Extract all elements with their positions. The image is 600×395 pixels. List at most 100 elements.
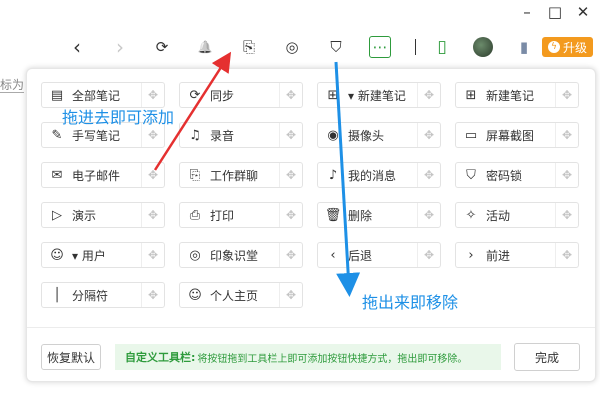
drag-handle-icon[interactable]: ✥ xyxy=(141,283,164,307)
toolbar-item[interactable]: ▭ 屏幕截图 ✥ xyxy=(455,122,579,148)
at-icon[interactable]: ◎ xyxy=(282,36,302,58)
toolbar-item-label: 手写笔记 xyxy=(72,128,121,143)
camera-icon: ◉ xyxy=(327,127,339,143)
minimize-icon[interactable]: – xyxy=(516,2,538,22)
chat-icon: ⎘ xyxy=(189,167,201,183)
toolbar-item[interactable]: ⊞ 新建笔记 ✥ xyxy=(455,82,579,108)
screenshot-icon: ▭ xyxy=(464,127,478,143)
drag-handle-icon[interactable]: ✥ xyxy=(555,83,578,107)
done-button[interactable]: 完成 xyxy=(514,343,580,371)
toolbar-item[interactable]: ◎ 印象识堂 ✥ xyxy=(179,242,303,268)
toolbar-item-label: ▾ 新建笔记 xyxy=(348,88,406,103)
drag-handle-icon[interactable]: ✥ xyxy=(279,243,302,267)
profile-icon: ☺ xyxy=(188,287,202,303)
toolbar-item-label: 密码锁 xyxy=(486,168,523,183)
toolbar-separator xyxy=(412,36,418,58)
toolbar-item-label: 印象识堂 xyxy=(210,248,259,263)
drag-handle-icon[interactable]: ✥ xyxy=(141,243,164,267)
toolbar-item-label: 删除 xyxy=(348,208,373,223)
tip-title: 自定义工具栏: xyxy=(125,351,196,364)
present-icon: ▷ xyxy=(52,207,62,223)
tip-text: 将按钮拖到工具栏上即可添加按钮快捷方式，拖出即可移除。 xyxy=(197,353,468,365)
toolbar: ‹ › ⟳ 🔔 ⎘ ◎ ⛉ ⋯ ▯ ▮ ϟ 升级 xyxy=(62,35,600,59)
toolbar-item-label: 分隔符 xyxy=(72,288,109,303)
toolbar-item[interactable]: ⊞ ▾ 新建笔记 ✥ xyxy=(317,82,441,108)
shield-icon[interactable]: ⛉ xyxy=(326,36,346,58)
toolbar-item[interactable]: › 前进 ✥ xyxy=(455,242,579,268)
drag-handle-icon[interactable]: ✥ xyxy=(555,243,578,267)
drag-handle-icon[interactable]: ✥ xyxy=(279,203,302,227)
toolbar-item[interactable]: ♪ 我的消息 ✥ xyxy=(317,162,441,188)
share-icon[interactable]: ⎘ xyxy=(239,36,259,58)
background-divider xyxy=(0,92,24,93)
drag-handle-icon[interactable]: ✥ xyxy=(417,243,440,267)
toolbar-item[interactable]: ☺ 个人主页 ✥ xyxy=(179,282,303,308)
toolbar-item-label: 工作群聊 xyxy=(210,168,259,183)
drag-handle-icon[interactable]: ✥ xyxy=(279,283,302,307)
toolbar-item-label: 新建笔记 xyxy=(486,88,535,103)
drag-handle-icon[interactable]: ✥ xyxy=(555,123,578,147)
drag-handle-icon[interactable]: ✥ xyxy=(279,123,302,147)
more-icon[interactable]: ⋯ xyxy=(369,36,391,58)
toolbar-item[interactable]: ⎙ 打印 ✥ xyxy=(179,202,303,228)
drag-handle-icon[interactable]: ✥ xyxy=(141,163,164,187)
window-controls: – □ ✕ xyxy=(516,2,594,22)
course-icon: ◎ xyxy=(189,247,201,263)
toolbar-item[interactable]: ‹ 后退 ✥ xyxy=(317,242,441,268)
phone-icon[interactable]: ▯ xyxy=(432,36,452,58)
back-icon[interactable]: ‹ xyxy=(68,35,86,59)
drag-handle-icon[interactable]: ✥ xyxy=(417,203,440,227)
annotation-add-text: 拖进去即可添加 xyxy=(62,108,175,127)
bell-icon[interactable]: 🔔 xyxy=(195,36,215,58)
toolbar-item[interactable]: ▷ 演示 ✥ xyxy=(41,202,165,228)
toolbar-item[interactable]: ◉ 摄像头 ✥ xyxy=(317,122,441,148)
lock-icon: ⛉ xyxy=(466,167,476,183)
toolbar-item[interactable]: ✉ 电子邮件 ✥ xyxy=(41,162,165,188)
drag-handle-icon[interactable]: ✥ xyxy=(417,163,440,187)
toolbar-item-label: 摄像头 xyxy=(348,128,385,143)
drag-handle-icon[interactable]: ✥ xyxy=(555,203,578,227)
new-note-icon: ⊞ xyxy=(465,87,477,103)
new-note-dropdown-icon: ⊞ xyxy=(327,87,339,103)
drag-handle-icon[interactable]: ✥ xyxy=(141,203,164,227)
background-text: 标为 xyxy=(0,78,25,92)
back-icon: ‹ xyxy=(330,247,336,263)
drag-handle-icon[interactable]: ✥ xyxy=(279,83,302,107)
trash-icon: 🗑 xyxy=(324,207,342,223)
reset-default-button[interactable]: 恢复默认 xyxy=(41,344,101,370)
toolbar-item-label: 同步 xyxy=(210,88,235,103)
drag-handle-icon[interactable]: ✥ xyxy=(417,123,440,147)
notes-icon: ▤ xyxy=(50,87,64,103)
toolbar-item-label: ▾ 用户 xyxy=(72,248,106,263)
forward-icon[interactable]: › xyxy=(111,35,129,59)
toolbar-item-label: 演示 xyxy=(72,208,97,223)
lightning-icon: ϟ xyxy=(548,41,560,53)
user-icon: ☺ xyxy=(50,247,64,263)
toolbar-item[interactable]: ⎘ 工作群聊 ✥ xyxy=(179,162,303,188)
avatar[interactable] xyxy=(473,36,493,58)
upgrade-button[interactable]: ϟ 升级 xyxy=(542,36,594,58)
bell-icon: ♪ xyxy=(328,167,338,183)
toolbar-item[interactable]: ⛉ 密码锁 ✥ xyxy=(455,162,579,188)
toolbar-item[interactable]: ✧ 活动 ✥ xyxy=(455,202,579,228)
toolbar-item[interactable]: │ 分隔符 ✥ xyxy=(41,282,165,308)
upgrade-label: 升级 xyxy=(563,40,588,55)
toolbar-item[interactable]: ♫ 录音 ✥ xyxy=(179,122,303,148)
toolbar-item[interactable]: 🗑 删除 ✥ xyxy=(317,202,441,228)
drag-handle-icon[interactable]: ✥ xyxy=(417,83,440,107)
drag-handle-icon[interactable]: ✥ xyxy=(555,163,578,187)
drag-handle-icon[interactable]: ✥ xyxy=(279,163,302,187)
record-icon: ♫ xyxy=(189,127,201,143)
book-icon[interactable]: ▮ xyxy=(514,36,534,58)
maximize-icon[interactable]: □ xyxy=(544,2,566,22)
toolbar-item[interactable]: ⟳ 同步 ✥ xyxy=(179,82,303,108)
toolbar-item[interactable]: ☺ ▾ 用户 ✥ xyxy=(41,242,165,268)
close-icon[interactable]: ✕ xyxy=(572,2,594,22)
sync-icon[interactable]: ⟳ xyxy=(152,36,172,58)
forward-icon: › xyxy=(468,247,474,263)
toolbar-item-label: 活动 xyxy=(486,208,511,223)
panel-divider xyxy=(27,327,595,328)
sync-icon: ⟳ xyxy=(189,87,201,103)
toolbar-item-label: 电子邮件 xyxy=(72,168,121,183)
toolbar-item-label: 屏幕截图 xyxy=(486,128,535,143)
